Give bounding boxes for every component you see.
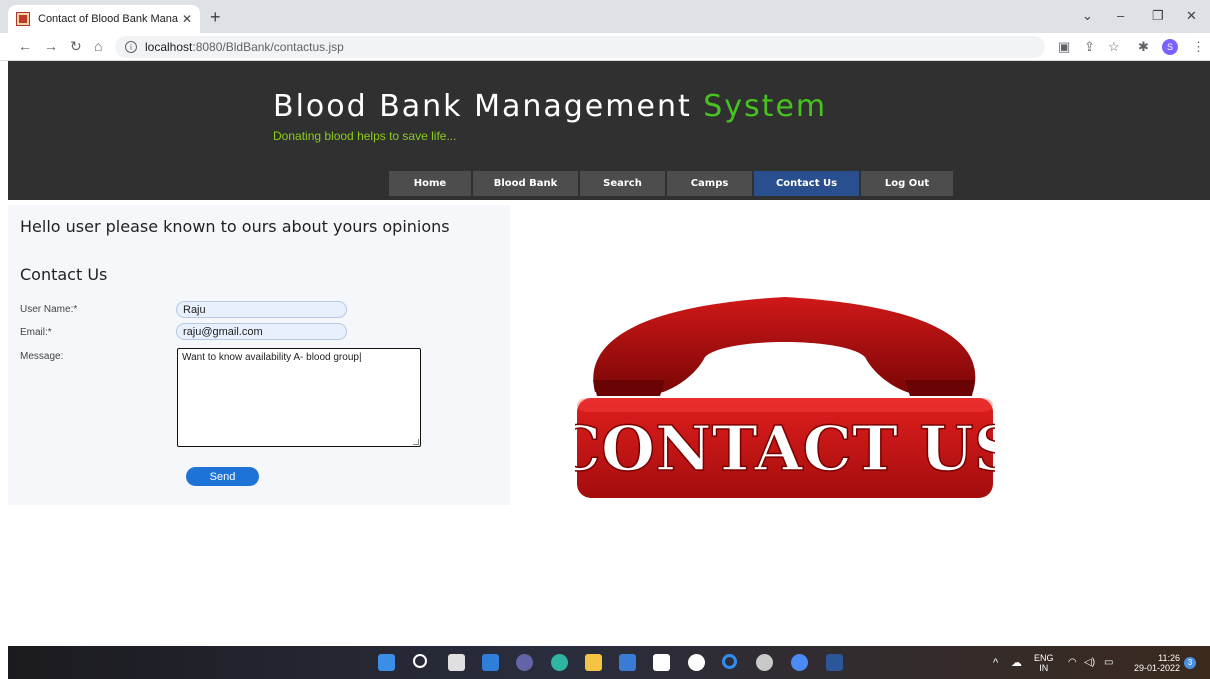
browser-toolbar: ← → ↻ ⌂ i localhost :8080/BldBank/contac… (0, 33, 1210, 61)
address-bar[interactable]: i localhost :8080/BldBank/contactus.jsp (115, 36, 1045, 58)
language-indicator[interactable]: ENG IN (1034, 653, 1054, 673)
main-menu: Home Blood Bank Search Camps Contact Us … (389, 171, 955, 196)
menu-item-home[interactable]: Home (389, 171, 471, 196)
battery-icon[interactable]: ▭ (1104, 658, 1113, 668)
menu-item-search[interactable]: Search (580, 171, 665, 196)
cortana-icon[interactable] (722, 654, 737, 669)
browser-tab[interactable]: Contact of Blood Bank Managem ✕ (8, 5, 200, 33)
store-icon[interactable] (619, 654, 636, 671)
site-slogan: Donating blood helps to save life... (273, 129, 457, 143)
email-input[interactable]: raju@gmail.com (176, 323, 347, 340)
forward-icon[interactable]: → (44, 38, 58, 54)
contact-form-panel: Hello user please known to ours about yo… (8, 205, 510, 505)
notification-badge[interactable]: 3 (1184, 657, 1196, 669)
greeting-text: Hello user please known to ours about yo… (20, 217, 450, 236)
volume-icon[interactable]: ◁) (1084, 658, 1095, 668)
menu-item-contact-us[interactable]: Contact Us (754, 171, 859, 196)
contact-us-image: CONTACT US (575, 297, 995, 498)
file-explorer-icon[interactable] (585, 654, 602, 671)
word-icon[interactable] (826, 654, 843, 671)
resize-handle-icon[interactable] (413, 439, 419, 445)
tab-title: Contact of Blood Bank Managem (38, 13, 178, 25)
clock[interactable]: 11:26 29-01-2022 (1128, 653, 1180, 673)
search-icon[interactable] (413, 654, 427, 668)
onedrive-cloud-icon[interactable]: ☁ (1011, 658, 1022, 669)
send-button[interactable]: Send (186, 467, 259, 486)
widgets-icon[interactable] (482, 654, 499, 671)
close-tab-icon[interactable]: ✕ (182, 12, 192, 26)
site-info-icon[interactable]: i (125, 41, 137, 53)
site-header: Blood Bank Management System Donating bl… (8, 61, 1210, 200)
profile-avatar[interactable]: S (1162, 39, 1178, 55)
url-host: localhost (145, 40, 193, 54)
username-input[interactable]: Raju (176, 301, 347, 318)
minimize-icon[interactable]: – (1117, 8, 1124, 23)
os-taskbar: ^ ☁ ENG IN ◠ ◁) ▭ 11:26 29-01-2022 3 (8, 646, 1210, 679)
maximize-icon[interactable]: ❐ (1152, 8, 1164, 24)
browser-tabbar: Contact of Blood Bank Managem ✕ + ⌄ – ❐ … (0, 0, 1210, 33)
menu-item-log-out[interactable]: Log Out (861, 171, 953, 196)
translate-icon[interactable]: ▣ (1058, 39, 1070, 55)
wifi-icon[interactable]: ◠ (1068, 658, 1077, 668)
site-title: Blood Bank Management System (273, 89, 827, 124)
site-title-main: Blood Bank Management (273, 89, 704, 124)
message-textarea[interactable]: Want to know availability A- blood group… (177, 348, 421, 447)
edge-browser-icon[interactable] (551, 654, 568, 671)
tab-search-icon[interactable]: ⌄ (1082, 8, 1093, 24)
reload-icon[interactable]: ↻ (70, 38, 82, 55)
bookmark-star-icon[interactable]: ☆ (1108, 39, 1120, 55)
task-view-icon[interactable] (448, 654, 465, 671)
phone-handset-icon (593, 297, 976, 394)
menu-item-camps[interactable]: Camps (667, 171, 752, 196)
windows-start-icon[interactable] (378, 654, 395, 671)
language-code: ENG (1034, 653, 1054, 663)
extensions-icon[interactable]: ✱ (1138, 39, 1149, 55)
menu-kebab-icon[interactable]: ⋮ (1192, 39, 1205, 55)
settings-gear-icon[interactable] (756, 654, 773, 671)
clock-time: 11:26 (1158, 653, 1180, 663)
home-icon[interactable]: ⌂ (94, 38, 102, 54)
site-favicon-icon (16, 12, 30, 26)
contact-us-image-text: CONTACT US (575, 412, 995, 485)
message-label: Message: (20, 351, 64, 362)
new-tab-button[interactable]: + (210, 7, 221, 28)
dropbox-icon[interactable] (653, 654, 670, 671)
github-icon[interactable] (688, 654, 705, 671)
text-cursor: | (358, 352, 362, 363)
url-path: :8080/BldBank/contactus.jsp (192, 40, 344, 54)
region-code: IN (1039, 663, 1049, 673)
chrome-icon[interactable] (791, 654, 808, 671)
menu-item-blood-bank[interactable]: Blood Bank (473, 171, 578, 196)
contact-heading: Contact Us (20, 265, 108, 284)
teams-chat-icon[interactable] (516, 654, 533, 671)
show-hidden-icons-icon[interactable]: ^ (993, 658, 998, 669)
back-icon[interactable]: ← (18, 38, 32, 54)
username-label: User Name:* (20, 304, 78, 315)
close-window-icon[interactable]: ✕ (1186, 8, 1197, 24)
clock-date: 29-01-2022 (1133, 663, 1180, 673)
share-icon[interactable]: ⇪ (1084, 39, 1095, 55)
email-label: Email:* (20, 327, 52, 338)
message-text: Want to know availability A- blood group (182, 352, 359, 363)
site-title-accent: System (703, 89, 828, 124)
